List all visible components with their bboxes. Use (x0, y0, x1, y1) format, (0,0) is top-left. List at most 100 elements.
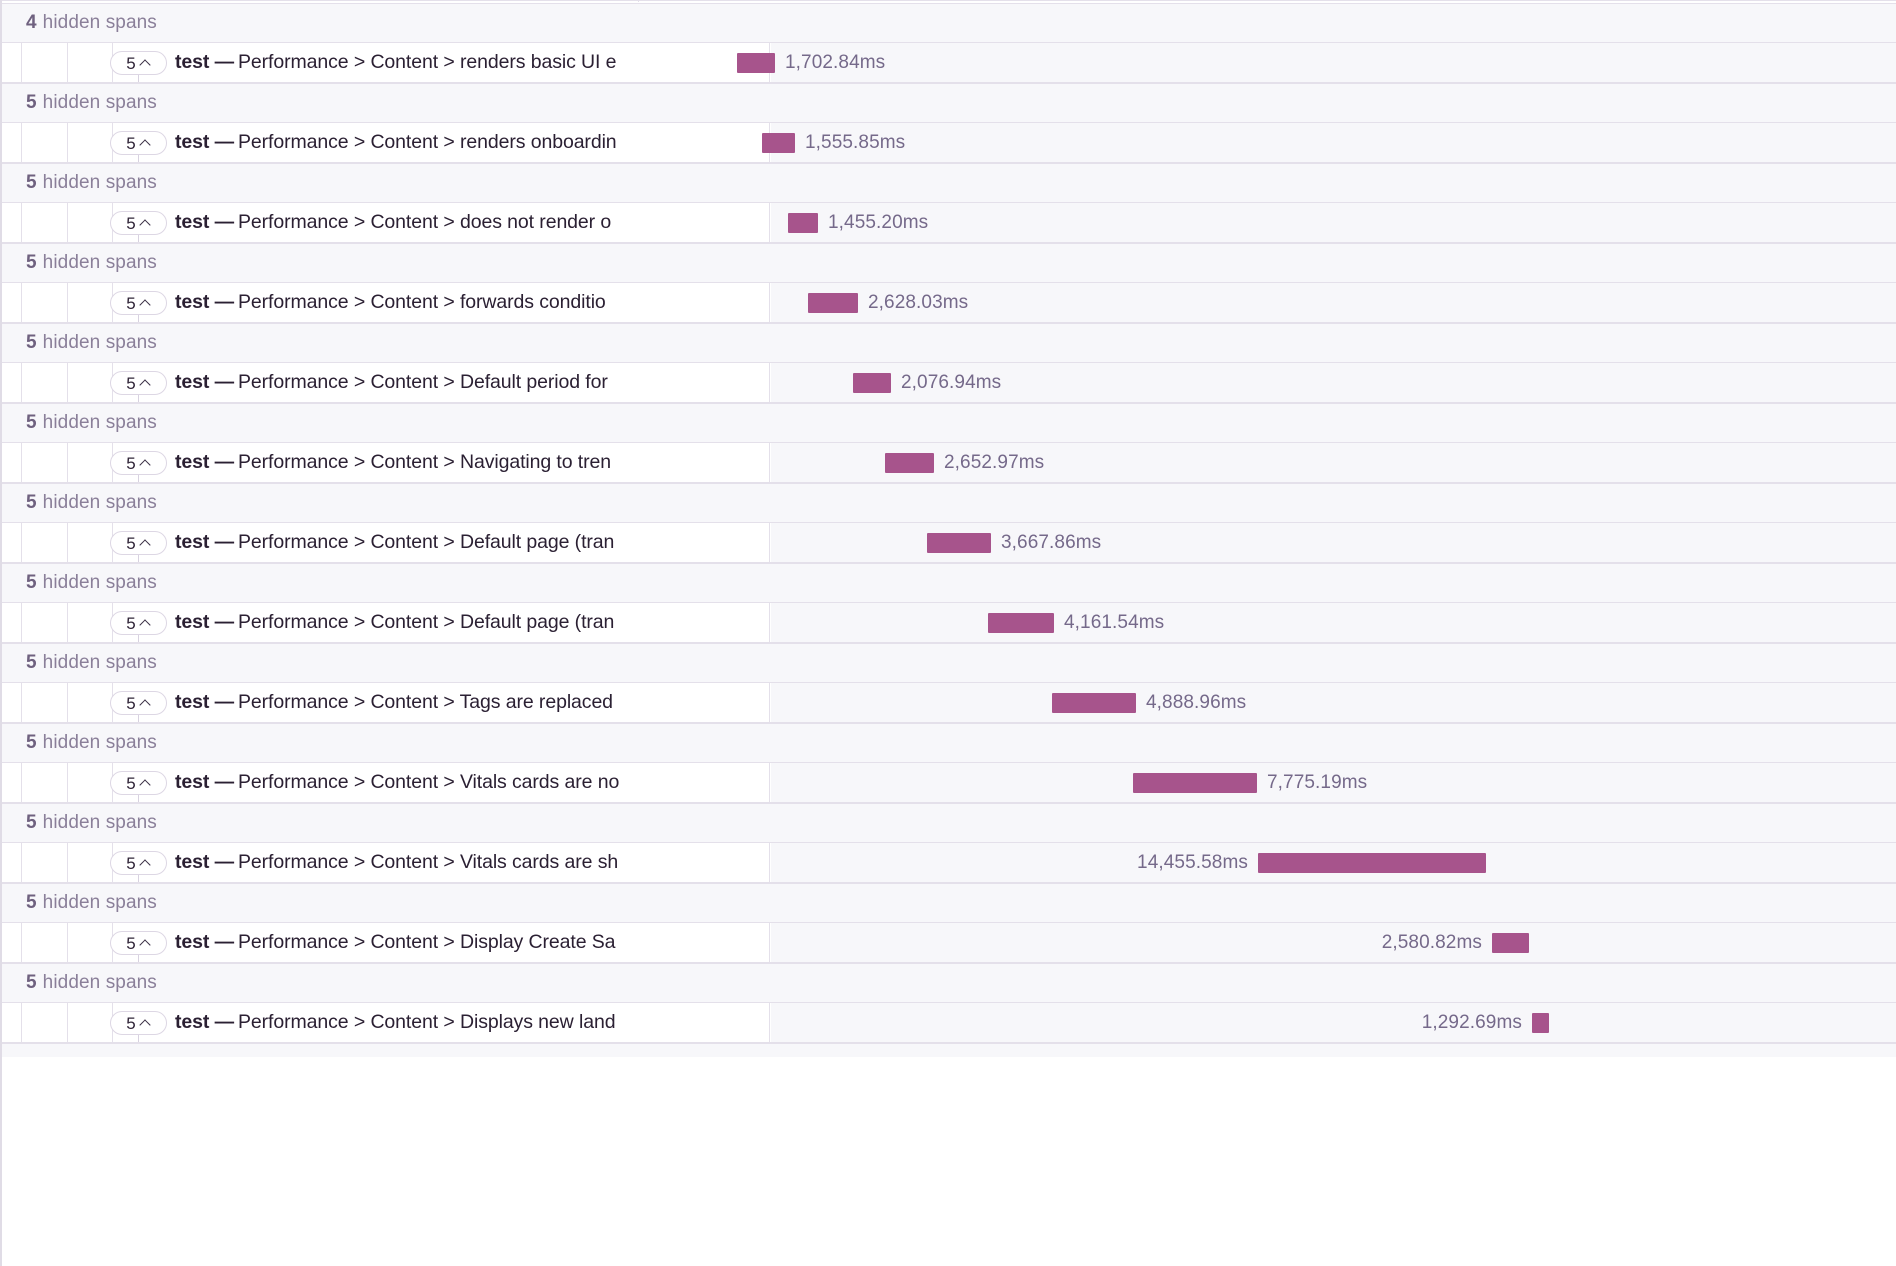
span-duration-bar[interactable] (788, 213, 818, 233)
hidden-spans-row[interactable]: 5hidden spans (2, 803, 1896, 843)
span-duration-bar[interactable] (737, 53, 775, 73)
hidden-spans-row[interactable]: 5hidden spans (2, 963, 1896, 1003)
span-row[interactable]: 5test —Performance > Content > does not … (2, 203, 1896, 243)
span-timeline-cell[interactable]: 14,455.58ms (771, 843, 1896, 882)
span-group-toggle[interactable]: 5 (110, 451, 167, 475)
span-operation: test — (175, 931, 234, 954)
span-group-toggle[interactable]: 5 (110, 691, 167, 715)
span-row[interactable]: 5test —Performance > Content > Displays … (2, 1003, 1896, 1043)
span-row-title-cell[interactable]: 5test —Performance > Content > Displays … (2, 1003, 770, 1042)
span-title: test —Performance > Content > Vitals car… (175, 843, 618, 882)
span-row[interactable]: 5test —Performance > Content > Default p… (2, 363, 1896, 403)
top-divider (2, 0, 1896, 1)
span-group-toggle[interactable]: 5 (110, 851, 167, 875)
span-duration-label: 3,667.86ms (991, 533, 1101, 553)
span-row[interactable]: 5test —Performance > Content > Tags are … (2, 683, 1896, 723)
span-row[interactable]: 5test —Performance > Content > Vitals ca… (2, 763, 1896, 803)
span-timeline-cell[interactable]: 1,292.69ms (771, 1003, 1896, 1042)
span-timeline-cell[interactable]: 2,580.82ms (771, 923, 1896, 962)
span-duration-bar[interactable] (808, 293, 858, 313)
chevron-up-icon (140, 57, 151, 68)
span-row[interactable]: 5test —Performance > Content > Display C… (2, 923, 1896, 963)
span-row[interactable]: 5test —Performance > Content > Default p… (2, 523, 1896, 563)
span-duration-bar[interactable] (1532, 1013, 1549, 1033)
hidden-spans-row[interactable]: 5hidden spans (2, 163, 1896, 203)
span-duration-bar[interactable] (1133, 773, 1257, 793)
span-row[interactable]: 5 test —Performance > Content > Vitals ca… (2, 843, 1896, 883)
tree-stub (138, 635, 139, 642)
hidden-spans-row[interactable]: 5hidden spans (2, 403, 1896, 443)
hidden-spans-label: hidden spans (43, 92, 157, 114)
span-row-title-cell[interactable]: 5 test —Performance > Content > Vitals ca… (2, 843, 770, 882)
span-row-title-cell[interactable]: 5test —Performance > Content > does not … (2, 203, 770, 242)
span-duration-bar[interactable] (1492, 933, 1529, 953)
tree-stub (138, 155, 139, 162)
span-group-toggle[interactable]: 5 (110, 211, 167, 235)
span-group-toggle[interactable]: 5 (110, 291, 167, 315)
span-group-toggle[interactable]: 5 (110, 51, 167, 75)
span-row[interactable]: 5test —Performance > Content > renders o… (2, 123, 1896, 163)
hidden-spans-row[interactable]: 4hidden spans (2, 3, 1896, 43)
span-row-title-cell[interactable]: 5test —Performance > Content > Navigatin… (2, 443, 770, 482)
span-row-title-cell[interactable]: 5test —Performance > Content > Vitals ca… (2, 763, 770, 802)
span-group-count: 5 (126, 55, 135, 72)
hidden-spans-row[interactable]: 5hidden spans (2, 563, 1896, 603)
hidden-spans-row[interactable]: 5hidden spans (2, 83, 1896, 123)
bottom-strip (2, 1043, 1896, 1057)
span-group-toggle[interactable]: 5 (110, 531, 167, 555)
span-group-toggle[interactable]: 5 (110, 611, 167, 635)
span-duration-bar[interactable] (988, 613, 1054, 633)
span-group-count: 5 (126, 695, 135, 712)
span-timeline-cell[interactable]: 1,455.20ms (771, 203, 1896, 242)
hidden-spans-row[interactable]: 5hidden spans (2, 723, 1896, 763)
span-timeline-cell[interactable]: 2,628.03ms (771, 283, 1896, 322)
span-row-title-cell[interactable]: 5test —Performance > Content > Default p… (2, 603, 770, 642)
hidden-spans-count: 5 (26, 812, 37, 834)
span-group-toggle[interactable]: 5 (110, 371, 167, 395)
span-duration-bar[interactable] (885, 453, 934, 473)
tree-guide-2 (67, 683, 68, 722)
span-description: Performance > Content > renders basic UI… (238, 51, 616, 74)
span-duration-bar[interactable] (1258, 853, 1486, 873)
span-row-title-cell[interactable]: 5test —Performance > Content > Display C… (2, 923, 770, 962)
span-row-title-cell[interactable]: 5test —Performance > Content > Default p… (2, 363, 770, 402)
span-duration-bar[interactable] (927, 533, 991, 553)
tree-stub (138, 875, 139, 882)
span-duration-bar[interactable] (853, 373, 891, 393)
hidden-spans-row[interactable]: 5hidden spans (2, 643, 1896, 683)
span-timeline-cell[interactable]: 7,775.19ms (771, 763, 1896, 802)
tree-guide-1 (21, 763, 22, 802)
span-duration-label: 7,775.19ms (1257, 773, 1367, 793)
hidden-spans-row[interactable]: 5hidden spans (2, 243, 1896, 283)
span-row-title-cell[interactable]: 5test —Performance > Content > renders o… (2, 123, 770, 162)
hidden-spans-row[interactable]: 5hidden spans (2, 323, 1896, 363)
span-group-toggle[interactable]: 5 (110, 771, 167, 795)
span-duration-bar[interactable] (762, 133, 795, 153)
hidden-spans-row[interactable]: 5hidden spans (2, 883, 1896, 923)
span-timeline-cell[interactable]: 1,702.84ms (771, 43, 1896, 82)
span-group-toggle[interactable]: 5 (110, 131, 167, 155)
span-operation: test — (175, 291, 234, 314)
span-group-toggle[interactable]: 5 (110, 1011, 167, 1035)
span-row-title-cell[interactable]: 5test —Performance > Content > forwards … (2, 283, 770, 322)
span-row-title-cell[interactable]: 5test —Performance > Content > Default p… (2, 523, 770, 562)
span-timeline-cell[interactable]: 4,161.54ms (771, 603, 1896, 642)
span-timeline-cell[interactable]: 2,076.94ms (771, 363, 1896, 402)
span-row-title-cell[interactable]: 5test —Performance > Content > renders b… (2, 43, 770, 82)
span-timeline-cell[interactable]: 3,667.86ms (771, 523, 1896, 562)
span-row[interactable]: 5test —Performance > Content > Navigatin… (2, 443, 1896, 483)
span-operation: test — (175, 131, 234, 154)
span-duration-bar[interactable] (1052, 693, 1136, 713)
span-row-title-cell[interactable]: 5test —Performance > Content > Tags are … (2, 683, 770, 722)
hidden-spans-row[interactable]: 5hidden spans (2, 483, 1896, 523)
span-row[interactable]: 5test —Performance > Content > forwards … (2, 283, 1896, 323)
span-row[interactable]: 5test —Performance > Content > Default p… (2, 603, 1896, 643)
span-timeline-cell[interactable]: 4,888.96ms (771, 683, 1896, 722)
hidden-spans-label: hidden spans (43, 172, 157, 194)
span-row[interactable]: 5test —Performance > Content > renders b… (2, 43, 1896, 83)
span-timeline-cell[interactable]: 1,555.85ms (771, 123, 1896, 162)
span-group-toggle[interactable]: 5 (110, 931, 167, 955)
span-group-count: 5 (126, 375, 135, 392)
chevron-up-icon (140, 537, 151, 548)
span-timeline-cell[interactable]: 2,652.97ms (771, 443, 1896, 482)
